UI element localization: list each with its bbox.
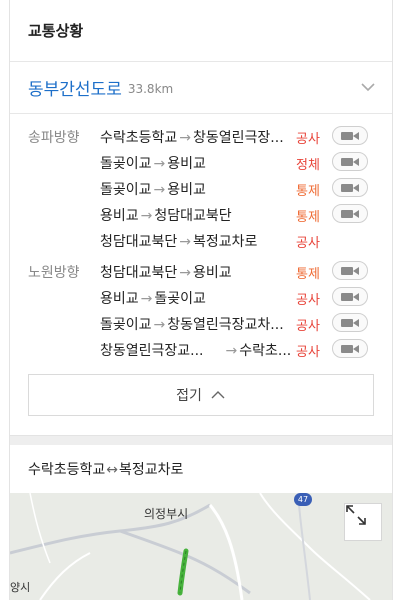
screen: 교통상황 동부간선도로 33.8km 송파방향 수락초등학교 → 창동열린극장...… xyxy=(0,0,404,600)
card-header: 교통상황 xyxy=(10,0,392,62)
section-divider xyxy=(10,435,392,445)
status-badge: 공사 xyxy=(296,236,320,251)
list-item[interactable]: 용비교 → 돌곶이교 공사 xyxy=(100,286,374,308)
map-route-title: 수락초등학교↔복정교차로 xyxy=(28,462,184,478)
list-item[interactable]: 용비교 → 청담대교북단 통제 xyxy=(100,203,374,225)
route-text: 청담대교북단 → 복정교차로 xyxy=(100,234,258,250)
road-name: 동부간선도로 xyxy=(28,80,122,100)
cctv-button[interactable] xyxy=(332,204,368,223)
cctv-button[interactable] xyxy=(332,261,368,280)
map-view[interactable]: 의정부시 양시 47 xyxy=(10,493,392,600)
cctv-button[interactable] xyxy=(332,339,368,358)
status-badge: 공사 xyxy=(296,319,320,334)
direction-label: 송파방향 xyxy=(28,130,80,146)
collapse-label: 접기 xyxy=(176,388,202,404)
traffic-card: 교통상황 동부간선도로 33.8km 송파방향 수락초등학교 → 창동열린극장...… xyxy=(10,0,392,600)
expand-icon xyxy=(346,505,366,525)
chevron-down-icon[interactable] xyxy=(360,80,376,94)
route-text: 돌곶이교 → 용비교 xyxy=(100,156,206,172)
map-city-label-2: 양시 xyxy=(10,581,31,594)
road-number-badge: 47 xyxy=(294,493,312,506)
cctv-button[interactable] xyxy=(332,126,368,145)
route-text: 창동열린극장교... → 수락초... xyxy=(100,343,292,359)
list-item[interactable]: 돌곶이교 → 창동열린극장교차... 공사 xyxy=(100,312,374,334)
right-edge xyxy=(392,0,404,600)
cctv-camera-icon xyxy=(341,318,359,327)
cctv-camera-icon xyxy=(341,131,359,140)
cctv-camera-icon xyxy=(341,157,359,166)
left-edge xyxy=(0,0,10,600)
route-text: 돌곶이교 → 창동열린극장교차... xyxy=(100,317,284,333)
cctv-camera-icon xyxy=(341,292,359,301)
list-item[interactable]: 청담대교북단 → 복정교차로 공사 xyxy=(100,229,374,251)
list-item[interactable]: 수락초등학교 → 창동열린극장... 공사 xyxy=(100,125,374,147)
map-city-label: 의정부시 xyxy=(144,507,189,521)
map-roads xyxy=(10,493,371,600)
direction-label: 노원방향 xyxy=(28,265,80,281)
collapse-button[interactable]: 접기 xyxy=(28,374,374,416)
card-title: 교통상황 xyxy=(28,22,84,40)
status-badge: 통제 xyxy=(296,267,320,282)
list-item[interactable]: 돌곶이교 → 용비교 정체 xyxy=(100,151,374,173)
list-item[interactable]: 돌곶이교 → 용비교 통제 xyxy=(100,177,374,199)
status-badge: 통제 xyxy=(296,184,320,199)
cctv-camera-icon xyxy=(341,266,359,275)
route-text: 청담대교북단 → 용비교 xyxy=(100,265,232,281)
status-badge: 공사 xyxy=(296,132,320,147)
list-item[interactable]: 청담대교북단 → 용비교 통제 xyxy=(100,260,374,282)
status-badge: 공사 xyxy=(296,345,320,360)
cctv-button[interactable] xyxy=(332,152,368,171)
traffic-list: 송파방향 수락초등학교 → 창동열린극장... 공사 돌곶이교 → 용비교 정체 돌곶이… xyxy=(10,114,392,434)
road-selector[interactable]: 동부간선도로 33.8km xyxy=(10,62,392,114)
route-text: 돌곶이교 → 용비교 xyxy=(100,182,206,198)
list-item[interactable]: 창동열린극장교... → 수락초... 공사 xyxy=(100,338,374,360)
cctv-camera-icon xyxy=(341,183,359,192)
cctv-button[interactable] xyxy=(332,313,368,332)
chevron-up-icon xyxy=(211,391,225,399)
route-text: 용비교 → 청담대교북단 xyxy=(100,208,232,224)
expand-map-button[interactable] xyxy=(344,503,382,541)
cctv-button[interactable] xyxy=(332,287,368,306)
cctv-camera-icon xyxy=(341,209,359,218)
status-badge: 통제 xyxy=(296,210,320,225)
status-badge: 정체 xyxy=(296,158,320,173)
road-distance: 33.8km xyxy=(127,82,174,96)
route-text: 용비교 → 돌곶이교 xyxy=(100,291,206,307)
route-text: 수락초등학교 → 창동열린극장... xyxy=(100,130,284,146)
cctv-button[interactable] xyxy=(332,178,368,197)
cctv-camera-icon xyxy=(341,344,359,353)
status-badge: 공사 xyxy=(296,293,320,308)
